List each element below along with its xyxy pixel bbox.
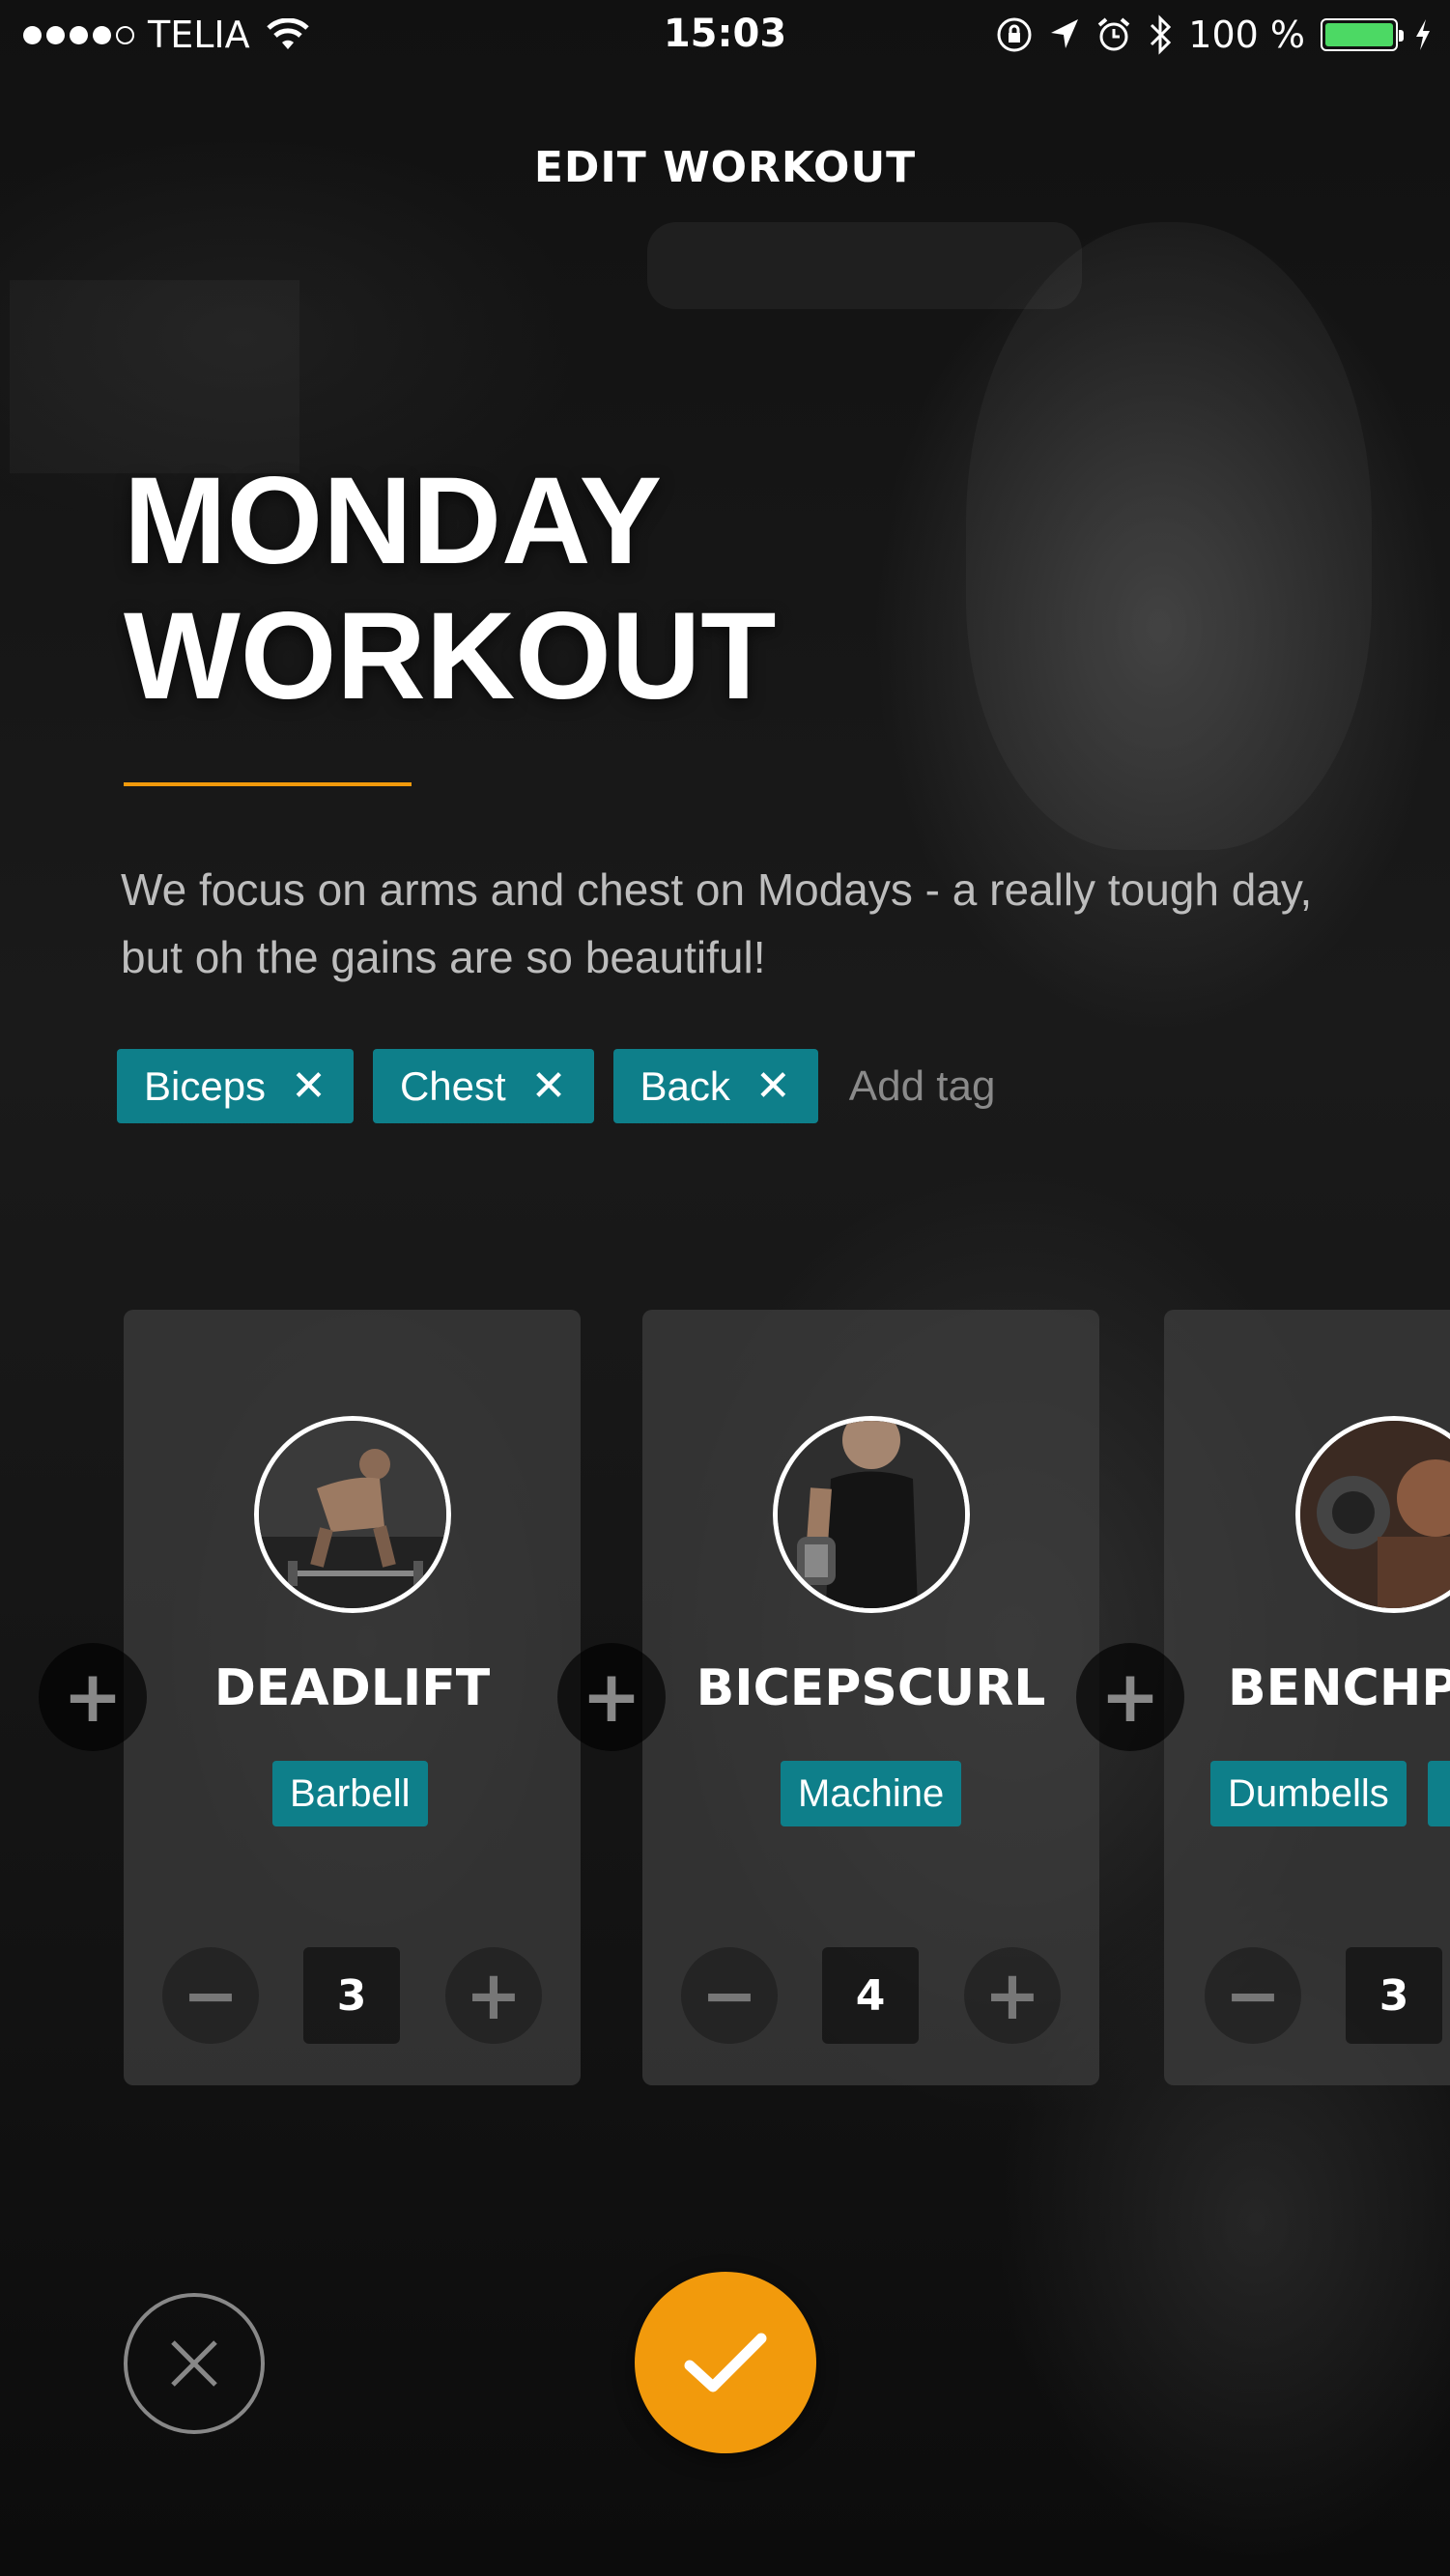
tag-label: Chest: [399, 1062, 506, 1109]
confirm-button[interactable]: [635, 2272, 816, 2453]
increment-button[interactable]: +: [445, 1947, 542, 2044]
exercise-photo: [1295, 1416, 1450, 1613]
location-icon: [1051, 19, 1079, 48]
tag-back[interactable]: Back ✕: [612, 1049, 818, 1123]
bluetooth-icon: [1151, 14, 1172, 55]
sets-count[interactable]: 3: [303, 1947, 400, 2044]
exercise-photo: [772, 1416, 970, 1613]
cancel-button[interactable]: [124, 2293, 265, 2434]
close-icon: [171, 2340, 217, 2387]
close-icon[interactable]: ✕: [531, 1062, 567, 1111]
equipment-badge-more: [1428, 1761, 1450, 1826]
battery-percent: 100 %: [1188, 14, 1305, 56]
decrement-button[interactable]: −: [162, 1947, 259, 2044]
sets-count[interactable]: 4: [822, 1947, 919, 2044]
title-divider: [124, 782, 412, 786]
decrement-button[interactable]: −: [681, 1947, 778, 2044]
tag-list: Biceps ✕ Chest ✕ Back ✕ Add tag: [117, 1049, 995, 1123]
equipment-badge: Machine: [781, 1761, 962, 1826]
insert-exercise-button[interactable]: +: [39, 1643, 147, 1751]
workout-title-line-2: WORKOUT: [124, 587, 777, 725]
add-tag-input[interactable]: Add tag: [849, 1062, 996, 1111]
tag-label: Biceps: [144, 1062, 267, 1109]
battery-icon: [1321, 18, 1404, 51]
equipment-badge: Barbell: [272, 1761, 428, 1826]
exercise-card-deadlift[interactable]: DEADLIFT Barbell − 3 +: [124, 1310, 581, 2085]
sets-count[interactable]: 3: [1346, 1947, 1442, 2044]
tag-biceps[interactable]: Biceps ✕: [117, 1049, 354, 1123]
increment-button[interactable]: +: [964, 1947, 1061, 2044]
workout-title-line-1: MONDAY: [124, 452, 663, 590]
exercise-card-benchpress[interactable]: BENCHPRESS Dumbells − 3: [1164, 1310, 1450, 2085]
exercise-photo: [253, 1416, 451, 1613]
alarm-icon: [1097, 17, 1130, 51]
workout-title[interactable]: MONDAY WORKOUT: [124, 454, 776, 724]
rotation-lock-icon: [997, 17, 1032, 52]
insert-exercise-button[interactable]: +: [557, 1643, 666, 1751]
equipment-badge: Dumbells: [1210, 1761, 1407, 1826]
exercise-name: BICEPSCURL: [696, 1659, 1046, 1717]
background-photo: [0, 0, 1450, 2576]
status-bar: TELIA 15:03 100 %: [0, 0, 1450, 73]
charging-icon: [1416, 19, 1430, 50]
exercise-name: BENCHPRESS: [1228, 1659, 1450, 1717]
tag-chest[interactable]: Chest ✕: [372, 1049, 594, 1123]
close-icon[interactable]: ✕: [755, 1062, 791, 1111]
exercise-name: DEADLIFT: [213, 1659, 491, 1717]
decrement-button[interactable]: −: [1205, 1947, 1301, 2044]
workout-description[interactable]: We focus on arms and chest on Modays - a…: [121, 856, 1377, 991]
close-icon[interactable]: ✕: [291, 1062, 327, 1111]
checkmark-icon: [684, 2333, 767, 2392]
page-title: EDIT WORKOUT: [533, 143, 917, 192]
exercise-card-bicepscurl[interactable]: BICEPSCURL Machine − 4 +: [642, 1310, 1099, 2085]
insert-exercise-button[interactable]: +: [1076, 1643, 1184, 1751]
tag-label: Back: [640, 1062, 730, 1109]
